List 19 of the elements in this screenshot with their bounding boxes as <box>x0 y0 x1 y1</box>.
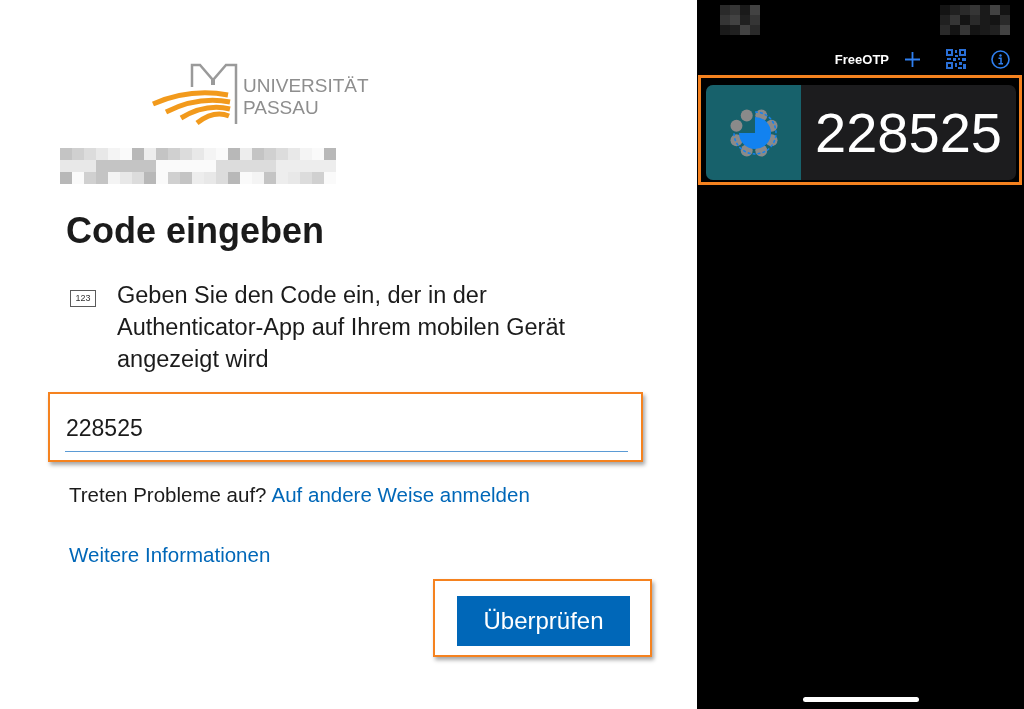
otp-code: 228525 <box>815 100 1002 165</box>
code-input-field[interactable]: 228525 <box>65 402 628 452</box>
verify-button[interactable]: Überprüfen <box>457 596 630 646</box>
instruction-text: Geben Sie den Code ein, der in der Authenticator-App auf Ihrem mobilen Gerät angezeigt wird <box>117 281 567 374</box>
pixelated-block <box>720 5 760 35</box>
alternate-sign-in-link[interactable]: Auf andere Weise anmelden <box>271 482 530 508</box>
logo-text: PASSAU <box>243 97 320 119</box>
plus-icon[interactable] <box>905 51 920 67</box>
numeric-code-icon: 123 <box>70 290 96 307</box>
pixelated-block <box>940 5 1010 35</box>
app-title: FreeOTP <box>834 51 889 67</box>
help-text: Treten Probleme auf? <box>69 482 267 508</box>
page-title: Code eingeben <box>66 209 325 252</box>
university-logo-icon <box>150 62 240 126</box>
token-card[interactable]: 228525 <box>706 85 1016 180</box>
logo-text: UNIVERSITÄT <box>243 75 369 97</box>
qr-code-icon[interactable] <box>946 49 966 69</box>
info-icon[interactable] <box>991 49 1010 69</box>
more-info-link[interactable]: Weitere Informationen <box>69 542 271 568</box>
